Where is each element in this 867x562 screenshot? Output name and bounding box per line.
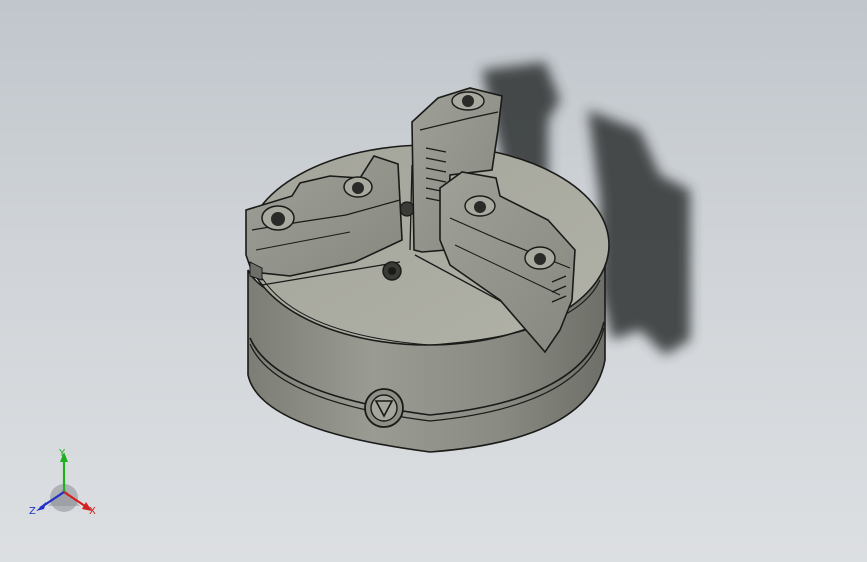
view-orientation-triad[interactable]: Y X Z: [22, 446, 106, 526]
triad-x-label: X: [89, 506, 96, 517]
key-socket: [364, 388, 404, 428]
triad-z-label: Z: [29, 506, 36, 517]
triad-y-label: Y: [59, 448, 66, 459]
graphics-viewport[interactable]: Y X Z: [0, 0, 867, 562]
three-jaw-chuck-model[interactable]: [0, 0, 867, 562]
